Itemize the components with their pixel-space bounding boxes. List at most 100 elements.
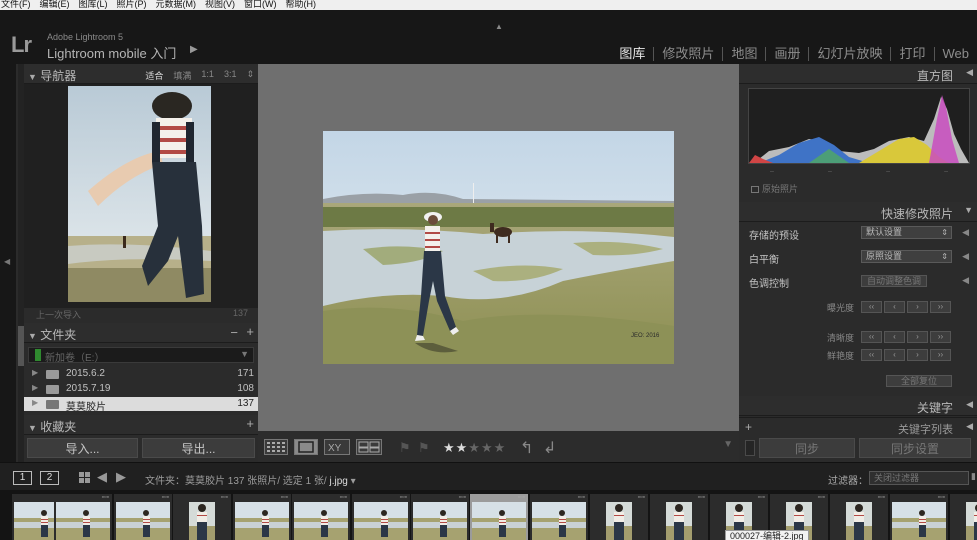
loupe-view-button[interactable] [294, 439, 318, 455]
forward-arrow-icon[interactable]: ▶ [116, 469, 126, 485]
clarity-increase[interactable]: › [907, 331, 928, 343]
vibrance-increase[interactable]: › [907, 349, 928, 361]
rotate-left-icon[interactable]: ↰ [520, 438, 533, 458]
filmstrip-thumbnail[interactable]: ▫▫▫ [830, 494, 888, 540]
menu-help[interactable]: 帮助(H) [286, 0, 317, 10]
folders-header[interactable]: ▼ 文件夹 − + [24, 323, 258, 343]
add-folder-icon[interactable]: + [246, 324, 254, 339]
collapse-top-icon[interactable]: ▲ [495, 22, 503, 31]
menu-library[interactable]: 图库(L) [79, 0, 108, 10]
back-arrow-icon[interactable]: ◀ [97, 469, 107, 485]
collapse-left-icon[interactable]: ◀ [4, 257, 10, 266]
filmstrip-thumbnail[interactable]: ▫▫▫ [292, 494, 350, 540]
filmstrip-thumbnail[interactable]: ▫▫▫ [114, 494, 172, 540]
left-panel-toggle[interactable]: ◀ [0, 64, 16, 462]
star-rating[interactable]: ★★★★★ [443, 440, 506, 456]
flag-pick-icon[interactable]: ⚑ [399, 440, 411, 456]
sync-button[interactable]: 同步 [759, 438, 855, 458]
filmstrip-thumbnail[interactable]: ▫▫▫ [233, 494, 291, 540]
vibrance-increase-more[interactable]: ›› [930, 349, 951, 361]
filmstrip-thumbnail[interactable]: ▫▫▫ [173, 494, 231, 540]
rotate-right-icon[interactable]: ↲ [543, 438, 556, 458]
saved-preset-select[interactable]: 默认设置 ⇕ [861, 226, 952, 239]
module-slideshow[interactable]: 幻灯片放映 [808, 47, 890, 61]
menu-metadata[interactable]: 元数据(M) [156, 0, 197, 10]
compare-view-button[interactable]: XY [324, 439, 350, 455]
module-map[interactable]: 地图 [722, 47, 765, 61]
menu-file[interactable]: 文件(F) [1, 0, 31, 10]
auto-sync-toggle[interactable] [745, 440, 755, 456]
chevron-left-icon[interactable]: ◀ [966, 421, 973, 432]
grid-view-button[interactable] [264, 439, 288, 455]
main-photo[interactable]: JEO: 2016 [323, 131, 674, 364]
secondary-window-button[interactable]: 2 [40, 471, 59, 485]
folder-item-2015-6-2[interactable]: ▶ 2015.6.2 171 [24, 367, 258, 381]
filmstrip-thumbnail[interactable]: ▫▫▫ [470, 494, 528, 540]
toolbar-options-icon[interactable]: ▼ [723, 439, 733, 450]
source-path[interactable]: 文件夹：莫莫胶片 137 张照片/ 选定 1 张/ j.jpg ▾ [145, 472, 356, 487]
grid-icon[interactable] [79, 472, 90, 483]
module-develop[interactable]: 修改照片 [653, 47, 722, 61]
reset-all-button[interactable]: 全部复位 [886, 375, 952, 387]
menu-window[interactable]: 窗口(W) [244, 0, 277, 10]
quick-develop-header[interactable]: 快速修改照片 ▼ [739, 202, 977, 222]
zoom-fit[interactable]: 适合 [145, 69, 163, 82]
flag-reject-icon[interactable]: ⚑ [418, 440, 430, 456]
filmstrip-thumbnail[interactable]: ▫▫▫ [411, 494, 469, 540]
primary-window-button[interactable]: 1 [13, 471, 32, 485]
mobile-intro-link[interactable]: Lightroom mobile 入门 [47, 43, 176, 62]
filmstrip-thumbnail[interactable]: ▫▫▫ [890, 494, 948, 540]
module-library[interactable]: 图库 [611, 47, 653, 61]
remove-folder-icon[interactable]: − [230, 325, 238, 340]
filmstrip-thumbnail[interactable]: ▫▫▫ [530, 494, 588, 540]
expand-arrow-icon[interactable]: ▶ [32, 383, 38, 392]
add-keyword-icon[interactable]: + [745, 420, 752, 434]
expand-arrow-icon[interactable]: ▶ [32, 368, 38, 377]
menu-edit[interactable]: 编辑(E) [40, 0, 70, 10]
survey-view-button[interactable] [356, 439, 382, 455]
exposure-increase-more[interactable]: ›› [930, 301, 951, 313]
play-arrow-icon[interactable]: ▶ [190, 44, 198, 55]
zoom-1-1[interactable]: 1:1 [201, 69, 214, 82]
volume-selector[interactable]: 新加卷（E:） ▼ [28, 347, 254, 364]
last-import-row[interactable]: 上一次导入 137 [24, 308, 258, 320]
clarity-decrease[interactable]: ‹ [884, 331, 905, 343]
clarity-decrease-more[interactable]: ‹‹ [861, 331, 882, 343]
vibrance-decrease[interactable]: ‹ [884, 349, 905, 361]
chevron-left-icon[interactable]: ◀ [966, 399, 973, 410]
filmstrip-thumbnail[interactable]: ▫▫▫ [950, 494, 977, 540]
expand-left-icon[interactable]: ◀ [962, 275, 969, 286]
export-button[interactable]: 导出... [142, 438, 255, 458]
star-rating-icons[interactable]: ★★★★★ [443, 440, 506, 455]
expand-left-icon[interactable]: ◀ [962, 227, 969, 238]
menu-photo[interactable]: 照片(P) [117, 0, 147, 10]
expand-left-icon[interactable]: ◀ [962, 251, 969, 262]
filmstrip-thumbnail[interactable]: ▫▫▫ [352, 494, 410, 540]
filmstrip-thumbnail[interactable]: ▫▫▫ [54, 494, 112, 540]
exposure-decrease-more[interactable]: ‹‹ [861, 301, 882, 313]
loupe-view[interactable]: JEO: 2016 [258, 64, 739, 431]
sync-settings-button[interactable]: 同步设置 [859, 438, 971, 458]
histogram-header[interactable]: 直方图 ◀ [739, 64, 977, 84]
zoom-3-1[interactable]: 3:1 [224, 69, 237, 82]
module-print[interactable]: 打印 [890, 47, 933, 61]
filmstrip-thumbnail[interactable]: ▫▫▫ [590, 494, 648, 540]
zoom-menu-icon[interactable]: ⇕ [246, 69, 254, 82]
folder-item-2015-7-19[interactable]: ▶ 2015.7.19 108 [24, 382, 258, 396]
exposure-increase[interactable]: › [907, 301, 928, 313]
menu-view[interactable]: 视图(V) [205, 0, 235, 10]
filter-select[interactable]: 关闭过滤器 [869, 471, 969, 485]
expand-arrow-icon[interactable]: ▶ [32, 398, 38, 407]
auto-tone-button[interactable]: 自动调整色调 [861, 275, 927, 287]
white-balance-select[interactable]: 原照设置 ⇕ [861, 250, 952, 263]
keyword-list-header[interactable]: + 关键字列表 ◀ [739, 417, 977, 436]
zoom-fill[interactable]: 填满 [173, 69, 191, 82]
chevron-down-icon[interactable]: ◀ [966, 67, 973, 78]
module-book[interactable]: 画册 [765, 47, 808, 61]
navigator-photo[interactable] [68, 86, 211, 302]
filmstrip-thumbnail[interactable]: ▫▫▫ [650, 494, 708, 540]
folder-item-momo-film[interactable]: ▶ 莫莫胶片 137 [24, 397, 258, 413]
keywording-header[interactable]: 关键字 ◀ [739, 396, 977, 416]
vibrance-decrease-more[interactable]: ‹‹ [861, 349, 882, 361]
add-collection-icon[interactable]: + [246, 416, 254, 431]
